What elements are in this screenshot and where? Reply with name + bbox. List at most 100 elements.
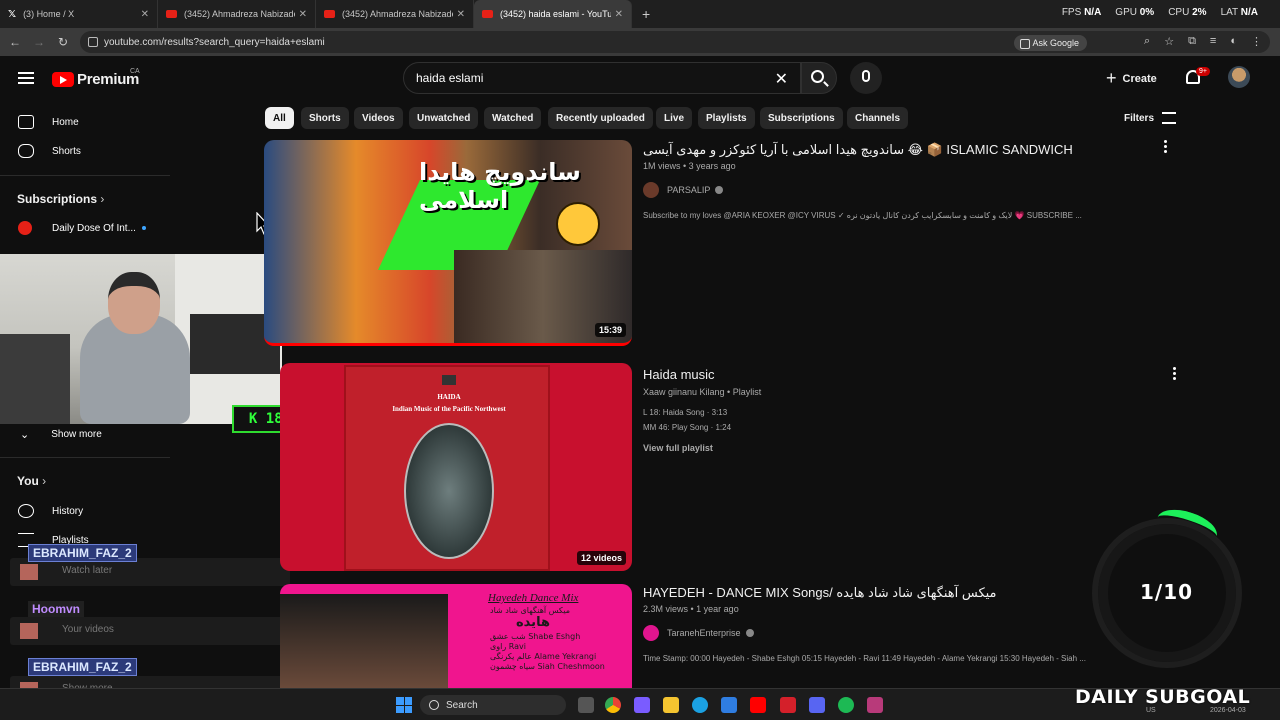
edge-icon[interactable] (692, 697, 708, 713)
clear-search-icon[interactable]: ✕ (775, 69, 788, 89)
app-icon[interactable] (867, 697, 883, 713)
playlist-thumbnail[interactable]: HAIDA Indian Music of the Pacific Northw… (280, 363, 632, 571)
chip-subscriptions[interactable]: Subscriptions (760, 107, 843, 129)
sidebar-item-home[interactable]: Home (0, 109, 79, 135)
chip-playlists[interactable]: Playlists (698, 107, 755, 129)
subscriptions-header[interactable]: Subscriptions (17, 192, 104, 206)
task-view-icon[interactable] (578, 697, 594, 713)
video-title[interactable]: ساندویچ هیدا اسلامی با آریا کئوکزر و مهد… (643, 142, 1073, 158)
x-logo-icon: 𝕏 (8, 8, 17, 20)
sidebar-item-shorts[interactable]: Shorts (0, 138, 81, 164)
chat-avatar (20, 623, 38, 639)
tab-haida-eslami[interactable]: (3452) haida eslami - YouTube ✕ (474, 0, 632, 28)
bookmark-star-icon[interactable]: ☆ (1164, 35, 1174, 48)
chip-unwatched[interactable]: Unwatched (409, 107, 479, 129)
youtube-icon (166, 10, 177, 18)
sliders-icon (1162, 112, 1177, 124)
tab-ahmadreza-1[interactable]: (3452) Ahmadreza Nabizadeh - ✕ (158, 0, 316, 28)
voice-search-button[interactable] (850, 62, 882, 94)
windows-start-icon[interactable] (396, 697, 412, 713)
copilot-icon[interactable] (634, 697, 650, 713)
more-options-icon[interactable] (1164, 140, 1168, 154)
microphone-icon (862, 70, 870, 82)
zoom-icon[interactable]: ⌕ (1144, 35, 1150, 48)
chip-recently-uploaded[interactable]: Recently uploaded (548, 107, 653, 129)
track-item: راوی Ravi (490, 642, 527, 651)
sidebar-ghost-text: Your videos (62, 624, 114, 635)
video-thumbnail[interactable]: Hayedeh Dance Mix میکس آهنگهای شاد شاد ه… (280, 584, 632, 688)
youtube-logo[interactable]: Premium CA (52, 68, 140, 88)
webcam-chair (0, 334, 70, 424)
video-thumbnail[interactable]: ساندویچ هایدا اسلامی 15:39 (264, 140, 632, 346)
discord-icon[interactable] (809, 697, 825, 713)
taskbar-search[interactable]: Search (420, 695, 566, 715)
fps-stat: FPS N/A (1061, 7, 1102, 18)
tab-label: (3) Home / X (23, 9, 75, 19)
sidebar-item-daily-dose[interactable]: Daily Dose Of Int... (0, 215, 146, 241)
playlist-item[interactable]: MM 46: Play Song · 1:24 (643, 423, 731, 432)
extensions-icon[interactable]: ⧉ (1188, 35, 1196, 48)
chip-watched[interactable]: Watched (484, 107, 542, 129)
store-icon[interactable] (721, 697, 737, 713)
menu-kebab-icon[interactable]: ⋮ (1251, 35, 1262, 48)
channel-row[interactable]: TaranehEnterprise (643, 625, 754, 641)
close-icon[interactable]: ✕ (615, 9, 623, 20)
forward-icon[interactable]: → (27, 35, 51, 49)
more-options-icon[interactable] (1173, 367, 1177, 381)
url-field[interactable]: youtube.com/results?search_query=haida+e… (80, 31, 1270, 53)
close-icon[interactable]: ✕ (457, 9, 465, 20)
search-icon (811, 70, 824, 83)
search-box: ✕ (403, 62, 801, 94)
plus-icon: + (1106, 68, 1117, 88)
url-text: youtube.com/results?search_query=haida+e… (104, 36, 325, 48)
country-code: CA (130, 68, 140, 75)
sidebar-show-more[interactable]: ⌄ Show more (0, 421, 102, 447)
sidebar-item-label: Shorts (52, 145, 81, 157)
chip-live[interactable]: Live (656, 107, 693, 129)
view-full-playlist-link[interactable]: View full playlist (643, 443, 713, 453)
lat-stat: LAT N/A (1220, 7, 1258, 18)
search-button[interactable] (801, 62, 837, 94)
channel-row[interactable]: PARSALIP (643, 182, 724, 198)
spotify-icon[interactable] (838, 697, 854, 713)
account-avatar[interactable] (1228, 66, 1250, 88)
close-icon[interactable]: ✕ (141, 9, 149, 20)
site-info-icon[interactable] (88, 37, 98, 47)
create-button[interactable]: + Create (1106, 68, 1157, 89)
youtube-app-icon[interactable] (750, 697, 766, 713)
video-description: Subscribe to my loves @ARIA KEOXER @ICY … (643, 211, 1082, 220)
chip-videos[interactable]: Videos (354, 107, 403, 129)
playlist-item[interactable]: L 18: Haida Song · 3:13 (643, 408, 727, 417)
chip-shorts[interactable]: Shorts (301, 107, 349, 129)
playlist-title[interactable]: Haida music (643, 367, 715, 382)
home-icon (18, 115, 34, 129)
sidebar-item-history[interactable]: History (0, 498, 83, 524)
search-input[interactable] (416, 71, 766, 85)
gpu-stat: GPU 0% (1115, 7, 1155, 18)
laughing-emoji-icon (556, 202, 600, 246)
youtube-icon (324, 10, 335, 18)
hamburger-menu-icon[interactable] (18, 72, 34, 84)
tab-home-x[interactable]: 𝕏 (3) Home / X ✕ (0, 0, 158, 28)
back-icon[interactable]: ← (3, 35, 27, 49)
chrome-icon[interactable] (605, 697, 621, 713)
profile-icon[interactable]: ◐ (1230, 35, 1237, 48)
video-title[interactable]: HAYEDEH - DANCE MIX Songs/ میکس آهنگهای … (643, 585, 997, 601)
reload-icon[interactable]: ↻ (51, 35, 75, 49)
chip-channels[interactable]: Channels (847, 107, 909, 129)
ask-google-button[interactable]: Ask Google (1014, 35, 1087, 51)
tab-ahmadreza-2[interactable]: (3452) Ahmadreza Nabizadeh - ✕ (316, 0, 474, 28)
file-explorer-icon[interactable] (663, 697, 679, 713)
you-header[interactable]: You (17, 474, 46, 488)
verified-icon (715, 186, 724, 194)
app-icon[interactable] (780, 697, 796, 713)
perf-stats: FPS N/A GPU 0% CPU 2% LAT N/A (1062, 7, 1258, 18)
cover-subtitle: Indian Music of the Pacific Northwest (392, 405, 506, 413)
screen: { "browser": { "tabs": [ {"label": "(3) … (0, 0, 1280, 720)
album-cover: HAIDA Indian Music of the Pacific Northw… (344, 365, 550, 571)
chip-all[interactable]: All (265, 107, 294, 129)
close-icon[interactable]: ✕ (299, 9, 307, 20)
tab-search-icon[interactable]: ≡ (1210, 35, 1216, 48)
filters-button[interactable]: Filters (1124, 112, 1177, 124)
new-tab-button[interactable]: + (642, 6, 650, 22)
